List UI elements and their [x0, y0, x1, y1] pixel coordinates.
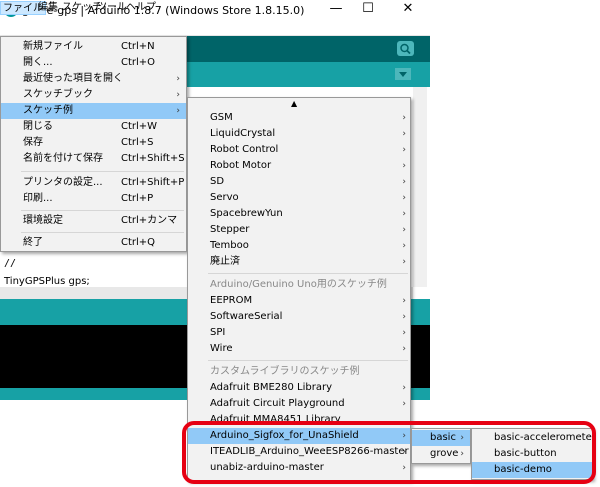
chevron-right-icon: › — [402, 113, 406, 123]
chevron-right-icon: › — [176, 106, 180, 116]
menu-item-close[interactable]: 閉じる Ctrl+W — [1, 119, 186, 135]
example-adafruit-circuit-playground[interactable]: Adafruit Circuit Playground › — [188, 396, 410, 412]
menu-item-sketchbook[interactable]: スケッチブック › — [1, 87, 186, 103]
menu-separator — [208, 273, 408, 274]
chevron-right-icon: › — [402, 328, 406, 338]
menu-help[interactable]: ヘルプ — [124, 1, 158, 15]
serial-monitor-button[interactable] — [397, 41, 414, 56]
chevron-right-icon: › — [402, 241, 406, 251]
example-servo[interactable]: Servo › — [188, 190, 410, 206]
chevron-right-icon: › — [176, 90, 180, 100]
example-softwareserial[interactable]: SoftwareSerial › — [188, 309, 410, 325]
chevron-right-icon: › — [402, 399, 406, 409]
chevron-right-icon: › — [402, 145, 406, 155]
menu-item-save[interactable]: 保存 Ctrl+S — [1, 135, 186, 151]
menu-separator — [21, 232, 184, 233]
minimize-button[interactable]: — — [318, 0, 354, 20]
example-liquidcrystal[interactable]: LiquidCrystal › — [188, 126, 410, 142]
menu-item-save-as[interactable]: 名前を付けて保存 Ctrl+Shift+S — [1, 151, 186, 167]
example-sd[interactable]: SD › — [188, 174, 410, 190]
menu-separator — [21, 171, 184, 172]
magnifier-icon — [400, 43, 411, 55]
chevron-right-icon: › — [402, 209, 406, 219]
example-stepper[interactable]: Stepper › — [188, 222, 410, 238]
chevron-right-icon: › — [402, 296, 406, 306]
chevron-right-icon: › — [402, 177, 406, 187]
menu-item-new[interactable]: 新規ファイル Ctrl+N — [1, 39, 186, 55]
menu-item-quit[interactable]: 終了 Ctrl+Q — [1, 235, 186, 251]
example-robot-motor[interactable]: Robot Motor › — [188, 158, 410, 174]
chevron-right-icon: › — [402, 225, 406, 235]
chevron-right-icon: › — [402, 344, 406, 354]
example-wire[interactable]: Wire › — [188, 341, 410, 357]
example-gsm[interactable]: GSM › — [188, 110, 410, 126]
example-adafruit-bme280[interactable]: Adafruit BME280 Library › — [188, 380, 410, 396]
example-robot-control[interactable]: Robot Control › — [188, 142, 410, 158]
menu-item-preferences[interactable]: 環境設定 Ctrl+カンマ — [1, 213, 186, 229]
chevron-right-icon: › — [402, 383, 406, 393]
tab-menu-button[interactable] — [395, 68, 411, 80]
editor-vertical-scrollbar[interactable] — [413, 87, 427, 287]
uno-examples-header: Arduino/Genuino Uno用のスケッチ例 — [210, 279, 387, 290]
example-spacebrewyun[interactable]: SpacebrewYun › — [188, 206, 410, 222]
example-eeprom[interactable]: EEPROM › — [188, 293, 410, 309]
menu-item-recent[interactable]: 最近使った項目を開く › — [1, 71, 186, 87]
menu-separator — [208, 360, 408, 361]
chevron-right-icon: › — [402, 312, 406, 322]
highlight-callout — [182, 421, 596, 484]
chevron-right-icon: › — [176, 74, 180, 84]
chevron-right-icon: › — [402, 161, 406, 171]
custom-examples-header: カスタムライブラリのスケッチ例 — [210, 366, 360, 377]
chevron-right-icon: › — [402, 257, 406, 267]
file-menu-dropdown: 新規ファイル Ctrl+N 開く... Ctrl+O 最近使った項目を開く › スケッ… — [0, 36, 187, 252]
menu-edit[interactable]: 編集 — [36, 1, 60, 15]
close-button[interactable]: ✕ — [390, 0, 426, 20]
example-spi[interactable]: SPI › — [188, 325, 410, 341]
chevron-right-icon: › — [402, 129, 406, 139]
menu-item-examples[interactable]: スケッチ例 › — [1, 103, 186, 119]
example-deprecated[interactable]: 廃止済 › — [188, 254, 410, 270]
menu-item-open[interactable]: 開く... Ctrl+O — [1, 55, 186, 71]
example-temboo[interactable]: Temboo › — [188, 238, 410, 254]
scroll-up-arrow-icon[interactable]: ▲ — [291, 99, 297, 108]
menu-item-page-setup[interactable]: プリンタの設定... Ctrl+Shift+P — [1, 175, 186, 191]
maximize-button[interactable]: ☐ — [350, 0, 386, 20]
menu-separator — [21, 210, 184, 211]
code-comment: // — [4, 258, 17, 269]
menu-item-print[interactable]: 印刷... Ctrl+P — [1, 191, 186, 207]
menu-bar — [0, 20, 430, 36]
code-line: TinyGPSPlus gps; — [4, 276, 90, 287]
chevron-right-icon: › — [402, 193, 406, 203]
